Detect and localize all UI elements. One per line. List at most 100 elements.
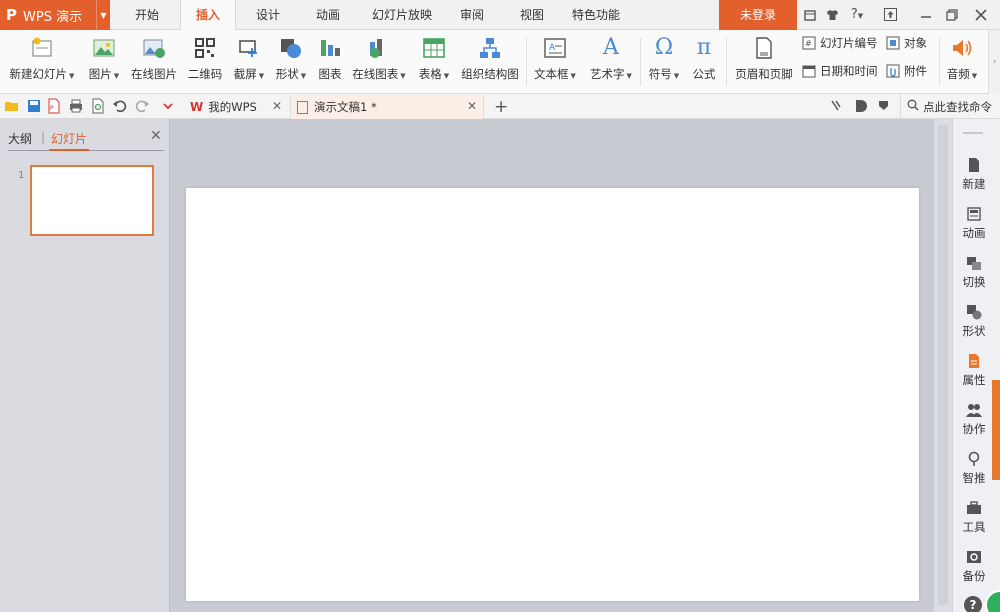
online-chart-label: 在线图表	[352, 67, 399, 81]
picture-label: 图片	[88, 67, 112, 81]
save-icon[interactable]	[26, 98, 42, 114]
close-icon[interactable]	[970, 0, 992, 30]
equation-label: 公式	[692, 67, 716, 81]
chart-button[interactable]: 图表	[316, 34, 344, 90]
scrollbar-thumb[interactable]	[938, 125, 948, 605]
redo-icon[interactable]	[134, 98, 150, 114]
help-menu-icon[interactable]: ?▼	[846, 0, 868, 30]
tab-insert[interactable]: 插入	[180, 0, 236, 31]
audio-button[interactable]: 音频 ▼	[944, 34, 980, 90]
tab-outline[interactable]: 大纲	[8, 130, 32, 147]
shape-button[interactable]: 形状 ▼	[273, 34, 309, 90]
task-pane-shape[interactable]: 形状	[953, 304, 995, 339]
tab-animation[interactable]: 动画	[308, 0, 348, 30]
online-picture-button[interactable]: 在线图片	[130, 34, 178, 90]
close-panel-icon[interactable]: ✕	[150, 128, 162, 144]
tab-slides[interactable]: 幻灯片	[51, 130, 87, 147]
org-chart-button[interactable]: 组织结构图	[459, 34, 521, 90]
svg-text:A: A	[549, 43, 556, 53]
help-icon[interactable]: ?	[964, 596, 982, 612]
tools-icon	[966, 500, 982, 516]
ribbon-scroll-right-button[interactable]: ›	[988, 30, 1000, 94]
tab-document[interactable]: 演示文稿1 * ✕	[290, 95, 484, 119]
smart-push-icon	[966, 451, 982, 467]
qrcode-button[interactable]: 二维码	[186, 34, 224, 90]
task-pane-collaborate[interactable]: 协作	[953, 402, 995, 437]
task-pane-animation[interactable]: 动画	[953, 206, 995, 241]
slide-thumbnail[interactable]	[30, 165, 154, 236]
textbox-label: 文本框	[534, 67, 569, 81]
header-footer-icon	[752, 36, 776, 60]
app-menu-button[interactable]: P WPS 演示 ▼	[0, 0, 110, 30]
new-slide-button[interactable]: 新建幻灯片 ▼	[6, 34, 78, 90]
attachment-label: 附件	[904, 64, 927, 78]
print-icon[interactable]	[68, 98, 84, 114]
tab-special-features[interactable]: 特色功能	[566, 0, 626, 30]
insert-ribbon: 新建幻灯片 ▼ 图片 ▼ 在线图片 二维码 截屏 ▼ 形状 ▼ 图表 在线图表 …	[0, 30, 1000, 94]
task-pane-new[interactable]: 新建	[953, 157, 995, 192]
equation-button[interactable]: π 公式	[688, 34, 720, 90]
transition-icon	[966, 255, 982, 271]
restore-icon[interactable]	[942, 0, 962, 30]
task-pane-backup-label: 备份	[962, 569, 986, 583]
search-command-label: 点此查找命令	[923, 99, 992, 114]
new-tab-button[interactable]: +	[488, 95, 508, 119]
task-pane-collaborate-label: 协作	[962, 422, 986, 436]
header-footer-button[interactable]: 页眉和页脚	[733, 34, 795, 90]
task-pane-animation-label: 动画	[962, 226, 986, 240]
open-folder-icon[interactable]	[4, 98, 20, 114]
wordart-button[interactable]: A 艺术字 ▼	[587, 34, 635, 90]
ribbon-separator	[526, 38, 527, 86]
wps-logo-icon: W	[190, 100, 204, 114]
textbox-button[interactable]: A 文本框 ▼	[532, 34, 578, 90]
chevron-down-icon[interactable]: ▼	[96, 0, 110, 30]
task-pane-tools[interactable]: 工具	[953, 500, 995, 535]
collapse-ribbon-icon[interactable]	[876, 98, 892, 114]
upload-icon[interactable]	[880, 0, 900, 30]
attachment-button[interactable]: 附件	[886, 60, 927, 82]
table-button[interactable]: 表格 ▼	[416, 34, 452, 90]
attachment-icon	[886, 64, 900, 78]
customize-toolbar-icon[interactable]	[160, 98, 176, 114]
svg-text:P: P	[50, 105, 54, 112]
svg-text:#: #	[805, 39, 812, 48]
tab-home[interactable]: 开始	[128, 0, 166, 30]
chevron-down-icon: ▼	[570, 72, 576, 80]
close-tab-icon[interactable]: ✕	[467, 99, 477, 113]
tab-review[interactable]: 审阅	[452, 0, 492, 30]
login-button[interactable]: 未登录	[719, 0, 797, 30]
picture-button[interactable]: 图片 ▼	[86, 34, 122, 90]
tab-document-label: 演示文稿1 *	[314, 100, 377, 114]
screenshot-button[interactable]: 截屏 ▼	[231, 34, 267, 90]
pane-collapse-handle[interactable]	[992, 380, 1000, 480]
tab-slideshow[interactable]: 幻灯片放映	[366, 0, 438, 30]
tab-design[interactable]: 设计	[248, 0, 288, 30]
minimize-icon[interactable]	[916, 0, 936, 30]
tab-view[interactable]: 视图	[512, 0, 552, 30]
datetime-button[interactable]: 日期和时间	[802, 60, 878, 82]
task-pane-properties[interactable]: 属性	[953, 353, 995, 388]
skin-icon[interactable]	[800, 0, 820, 30]
task-pane-transition[interactable]: 切换	[953, 255, 995, 290]
ribbon-separator	[939, 38, 940, 86]
tab-my-wps[interactable]: W 我的WPS ✕	[184, 95, 288, 119]
export-pdf-icon[interactable]: P	[46, 98, 62, 114]
task-pane: 新建 动画 切换 形状 属性 协作 智推 工具 备份	[952, 119, 1000, 612]
slide-number-button[interactable]: # 幻灯片编号	[802, 32, 878, 54]
format-painter-icon[interactable]	[828, 98, 844, 114]
print-preview-icon[interactable]	[90, 98, 106, 114]
doc-d-icon[interactable]	[852, 98, 868, 114]
slide-canvas[interactable]	[186, 188, 919, 601]
task-pane-smart-push[interactable]: 智推	[953, 451, 995, 486]
vertical-scrollbar[interactable]	[934, 119, 952, 612]
online-chart-button[interactable]: 在线图表 ▼	[350, 34, 408, 90]
task-pane-backup[interactable]: 备份	[953, 549, 995, 584]
header-footer-label: 页眉和页脚	[735, 67, 793, 81]
close-tab-icon[interactable]: ✕	[272, 99, 282, 113]
chevron-down-icon: ▼	[673, 72, 680, 80]
search-command-box[interactable]: 点此查找命令	[900, 94, 992, 119]
shirt-icon[interactable]	[822, 0, 842, 30]
undo-icon[interactable]	[112, 98, 128, 114]
object-button[interactable]: 对象	[886, 32, 927, 54]
symbol-button[interactable]: Ω 符号 ▼	[645, 34, 683, 90]
